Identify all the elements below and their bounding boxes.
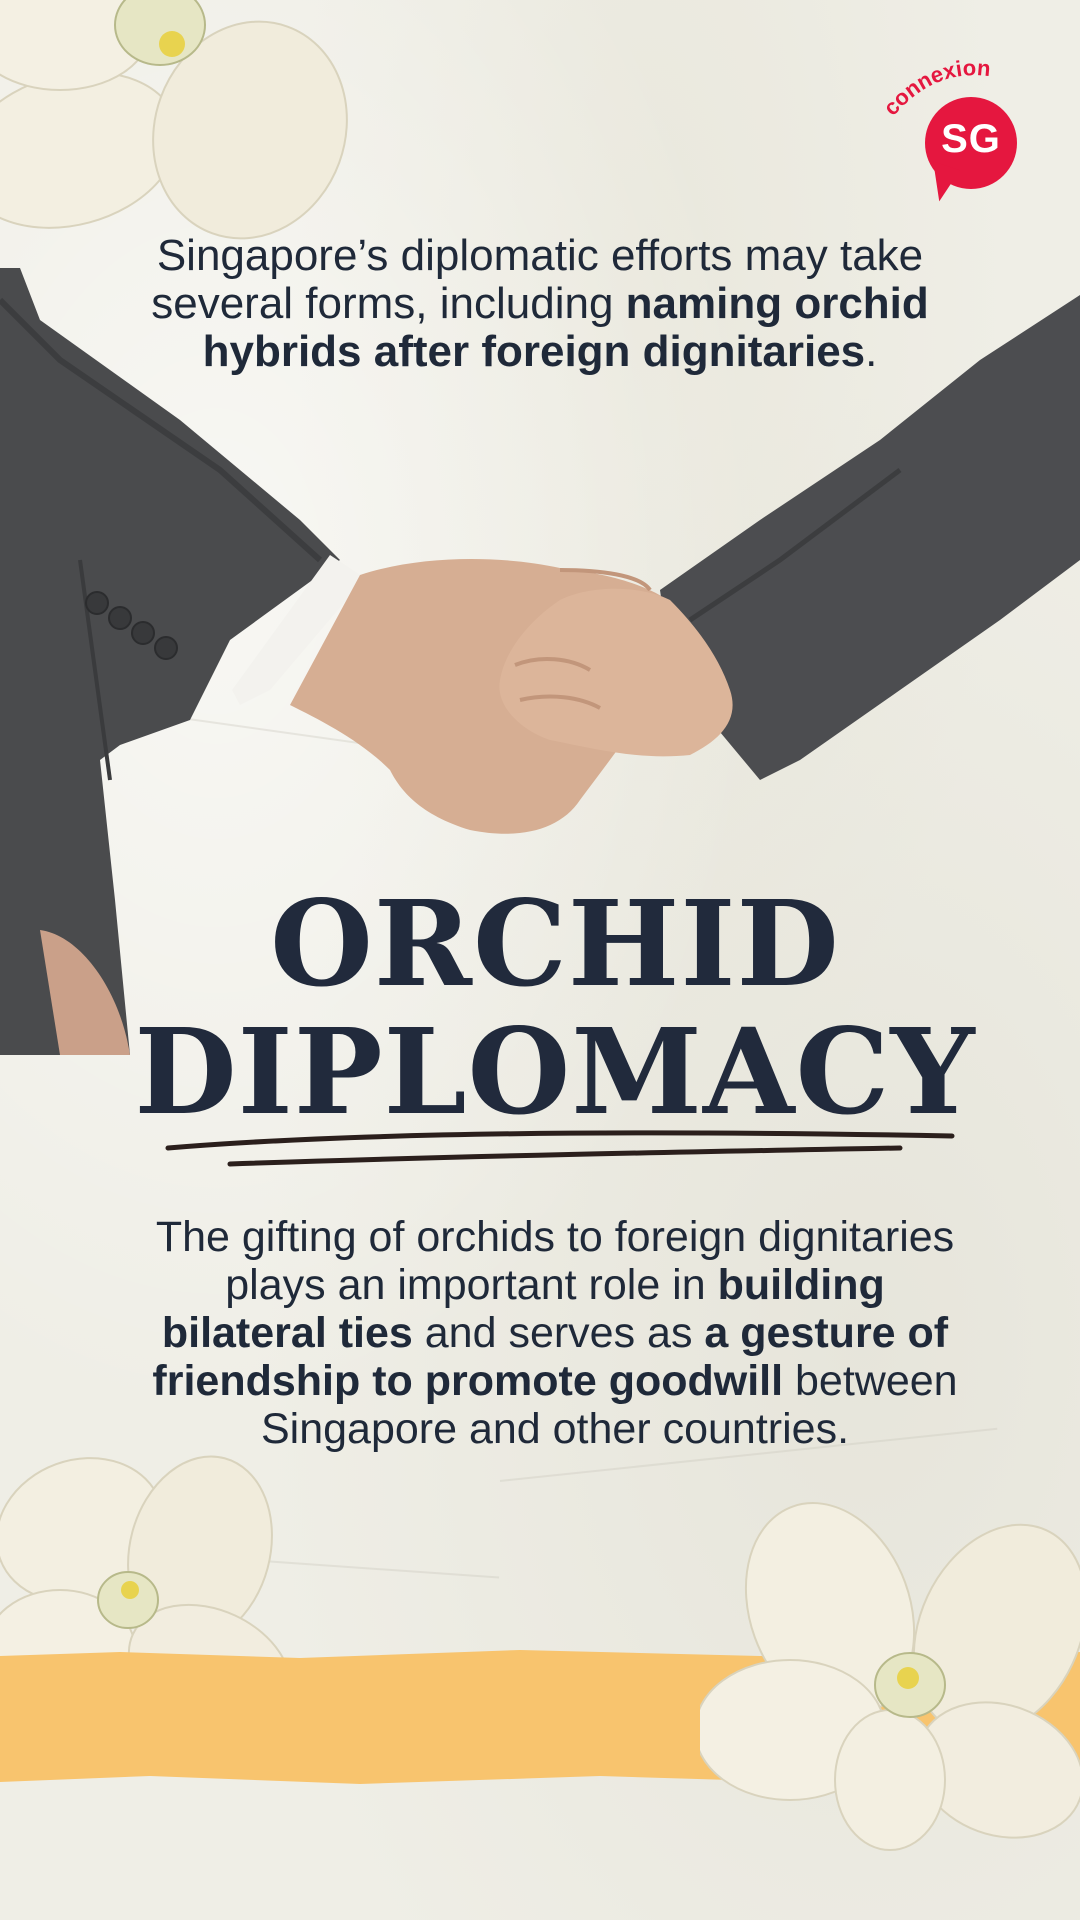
body-text-2: and serves as <box>412 1309 705 1357</box>
logo-mark: SG <box>941 117 1001 161</box>
orchid-flower-icon <box>0 0 348 240</box>
body-paragraph: The gifting of orchids to foreign dignit… <box>150 1213 960 1453</box>
intro-text-end: . <box>865 327 878 376</box>
intro-paragraph: Singapore’s diplomatic efforts may take … <box>140 232 940 376</box>
title-underline <box>165 1130 955 1167</box>
title-line-2: DIPLOMACY <box>134 1002 976 1141</box>
page-title: ORCHID DIPLOMACY <box>80 880 1030 1136</box>
title-line-1: ORCHID <box>270 874 840 1013</box>
connexion-sg-logo: connexion SG <box>885 55 1025 205</box>
orchid-flower-icon <box>700 1502 1080 1851</box>
